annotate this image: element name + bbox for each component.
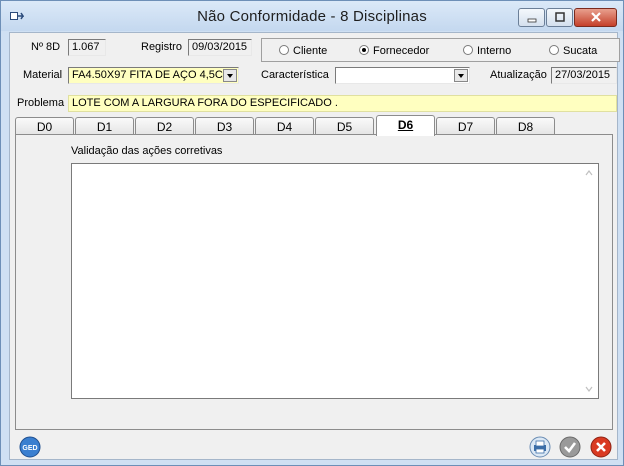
chevron-down-icon[interactable]	[454, 69, 468, 82]
material-combo[interactable]: FA4.50X97 FITA DE AÇO 4,5C	[68, 67, 239, 84]
tab-d1[interactable]: D1	[75, 117, 134, 135]
material-label: Material	[23, 69, 63, 81]
title-bar[interactable]: Não Conformidade - 8 Disciplinas	[1, 1, 623, 31]
tab-d8[interactable]: D8	[496, 117, 555, 135]
tab-d6[interactable]: D6	[376, 115, 435, 136]
confirm-check-icon	[559, 436, 581, 458]
tab-d5[interactable]: D5	[315, 117, 374, 135]
tab-d7[interactable]: D7	[436, 117, 495, 135]
maximize-button[interactable]	[546, 8, 573, 27]
n8d-label: Nº 8D	[31, 41, 61, 53]
form-area: Nº 8D 1.067 Registro 09/03/2015 Cliente …	[9, 32, 620, 460]
radio-indicator	[279, 45, 289, 55]
discipline-tabs: D0 D1 D2 D3 D4 D5 D6 D7 D8	[15, 115, 615, 136]
radio-indicator-selected	[359, 45, 369, 55]
minimize-icon	[527, 18, 536, 23]
atualizacao-label: Atualização	[490, 69, 547, 81]
tab-d2[interactable]: D2	[135, 117, 194, 135]
radio-cliente-label: Cliente	[293, 45, 328, 57]
chevron-down-icon[interactable]	[223, 69, 237, 82]
radio-cliente[interactable]: Cliente	[279, 45, 327, 57]
validation-memo[interactable]	[71, 163, 599, 399]
main-window: Não Conformidade - 8 Disciplinas Nº 8D 1…	[0, 0, 624, 466]
tab-d3[interactable]: D3	[195, 117, 254, 135]
minimize-button[interactable]	[518, 8, 545, 27]
radio-sucata-label: Sucata	[563, 45, 598, 57]
tab-panel-d6: Validação das ações corretivas	[15, 134, 613, 430]
atualizacao-field[interactable]: 27/03/2015	[551, 67, 617, 84]
caracteristica-combo[interactable]	[335, 67, 470, 84]
ged-icon: GED	[19, 436, 41, 458]
registro-label: Registro	[141, 41, 182, 53]
origin-radio-group: Cliente Fornecedor Interno Sucata	[261, 38, 620, 62]
tab-d0[interactable]: D0	[15, 117, 74, 135]
scroll-up-icon[interactable]	[585, 169, 593, 177]
memo-scrollbar[interactable]	[581, 164, 598, 398]
material-value: FA4.50X97 FITA DE AÇO 4,5C	[72, 69, 223, 81]
confirm-button[interactable]	[559, 436, 581, 458]
memo-label: Validação das ações corretivas	[71, 145, 223, 157]
problema-label: Problema	[17, 97, 65, 109]
radio-indicator	[463, 45, 473, 55]
cancel-button[interactable]	[590, 436, 612, 458]
print-icon	[529, 436, 551, 458]
cancel-x-icon	[590, 436, 612, 458]
close-icon	[590, 12, 601, 22]
radio-interno[interactable]: Interno	[463, 45, 511, 57]
ged-label: GED	[22, 445, 37, 452]
registro-field[interactable]: 09/03/2015	[188, 39, 252, 56]
problema-field[interactable]: LOTE COM A LARGURA FORA DO ESPECIFICADO …	[68, 95, 617, 112]
close-button[interactable]	[574, 8, 617, 27]
print-button[interactable]	[529, 436, 551, 458]
radio-interno-label: Interno	[477, 45, 512, 57]
ged-button[interactable]: GED	[19, 436, 41, 458]
radio-fornecedor-label: Fornecedor	[373, 45, 430, 57]
tab-d4[interactable]: D4	[255, 117, 314, 135]
maximize-icon	[554, 12, 565, 22]
radio-fornecedor[interactable]: Fornecedor	[359, 45, 429, 57]
radio-indicator	[549, 45, 559, 55]
caracteristica-label: Característica	[261, 69, 329, 81]
scroll-down-icon[interactable]	[585, 385, 593, 393]
n8d-field[interactable]: 1.067	[68, 39, 106, 56]
radio-sucata[interactable]: Sucata	[549, 45, 597, 57]
